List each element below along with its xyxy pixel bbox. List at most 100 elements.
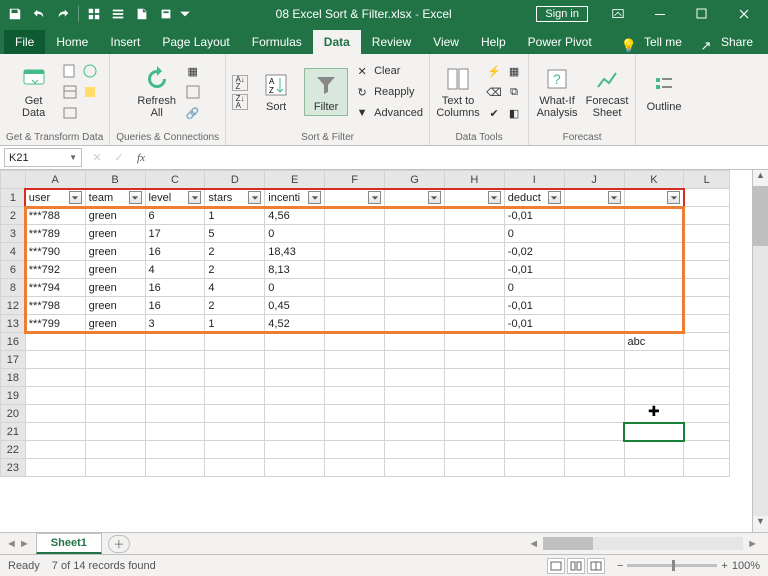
sign-in-button[interactable]: Sign in [536, 6, 588, 22]
sort-az-icon[interactable]: A↓Z [232, 75, 248, 91]
row-header[interactable]: 16 [1, 333, 26, 351]
cell[interactable] [385, 441, 445, 459]
recent-sources-icon[interactable] [82, 84, 98, 100]
cell[interactable] [564, 387, 624, 405]
cell[interactable]: -0,02 [504, 243, 564, 261]
cell[interactable]: ***790 [25, 243, 85, 261]
cell[interactable]: 2 [205, 243, 265, 261]
col-header[interactable]: L [684, 171, 730, 189]
what-if-button[interactable]: ? What-If Analysis [535, 65, 579, 119]
cell[interactable]: incenti [265, 189, 325, 207]
cell[interactable]: ***788 [25, 207, 85, 225]
cell[interactable] [325, 459, 385, 477]
col-header[interactable]: I [504, 171, 564, 189]
scroll-left-icon[interactable]: ◄ [524, 538, 543, 550]
cell[interactable] [684, 297, 730, 315]
cell[interactable] [444, 369, 504, 387]
cell[interactable] [624, 441, 684, 459]
cell[interactable] [325, 387, 385, 405]
cell[interactable] [265, 405, 325, 423]
cell[interactable] [385, 369, 445, 387]
cell[interactable] [385, 387, 445, 405]
tab-help[interactable]: Help [470, 30, 517, 54]
cell[interactable]: green [85, 261, 145, 279]
cell[interactable] [25, 405, 85, 423]
cell[interactable]: 18,43 [265, 243, 325, 261]
cell[interactable] [385, 243, 445, 261]
cell[interactable]: 4 [145, 261, 205, 279]
cell[interactable] [684, 387, 730, 405]
row-header[interactable]: 4 [1, 243, 26, 261]
prev-sheet-icon[interactable]: ◄ [6, 538, 17, 550]
cell[interactable] [684, 279, 730, 297]
qat-dropdown-icon[interactable] [179, 3, 191, 25]
cell[interactable] [385, 405, 445, 423]
tab-review[interactable]: Review [361, 30, 422, 54]
cell[interactable] [564, 297, 624, 315]
cell[interactable] [145, 351, 205, 369]
cell[interactable]: green [85, 297, 145, 315]
filter-dropdown-icon[interactable] [69, 191, 82, 204]
cell[interactable] [265, 369, 325, 387]
data-validation-icon[interactable]: ✔ [486, 105, 502, 121]
row-header[interactable]: 22 [1, 441, 26, 459]
cell[interactable]: 16 [145, 243, 205, 261]
filter-dropdown-icon[interactable] [608, 191, 621, 204]
cell[interactable] [444, 351, 504, 369]
tab-file[interactable]: File [4, 30, 45, 54]
cell[interactable] [85, 387, 145, 405]
cell[interactable] [385, 225, 445, 243]
cell[interactable]: ***792 [25, 261, 85, 279]
cell[interactable]: abc [624, 333, 684, 351]
ribbon-options-icon[interactable] [598, 0, 638, 28]
cell[interactable]: -0,01 [504, 297, 564, 315]
cell[interactable]: stars [205, 189, 265, 207]
maximize-button[interactable] [682, 0, 722, 28]
qat-icon[interactable] [107, 3, 129, 25]
filter-dropdown-icon[interactable] [129, 191, 142, 204]
filter-dropdown-icon[interactable] [428, 191, 441, 204]
cell[interactable] [444, 423, 504, 441]
cell[interactable] [25, 441, 85, 459]
cell[interactable]: 0 [504, 225, 564, 243]
cell[interactable] [385, 315, 445, 333]
zoom-slider[interactable] [627, 564, 717, 567]
cell[interactable] [85, 351, 145, 369]
cell[interactable] [624, 387, 684, 405]
save-icon[interactable] [4, 3, 26, 25]
cell[interactable] [444, 207, 504, 225]
cell[interactable]: green [85, 243, 145, 261]
cell[interactable]: 17 [145, 225, 205, 243]
cell[interactable] [25, 369, 85, 387]
cell[interactable] [265, 351, 325, 369]
tab-insert[interactable]: Insert [99, 30, 151, 54]
cell[interactable]: team [85, 189, 145, 207]
cell[interactable] [504, 441, 564, 459]
scroll-up-icon[interactable]: ▲ [753, 170, 768, 186]
cell[interactable] [684, 261, 730, 279]
col-header[interactable]: F [325, 171, 385, 189]
properties-icon[interactable] [185, 84, 201, 100]
cell[interactable] [624, 405, 684, 423]
row-header[interactable]: 3 [1, 225, 26, 243]
cell[interactable] [624, 279, 684, 297]
row-header[interactable]: 19 [1, 387, 26, 405]
cell[interactable] [265, 387, 325, 405]
filter-dropdown-icon[interactable] [368, 191, 381, 204]
scroll-down-icon[interactable]: ▼ [753, 516, 768, 532]
worksheet-grid[interactable]: A B C D E F G H I J K L 1userteamlevelst… [0, 170, 768, 532]
cell[interactable] [265, 459, 325, 477]
cell[interactable] [85, 423, 145, 441]
cell[interactable] [85, 333, 145, 351]
cell[interactable] [325, 261, 385, 279]
cell[interactable] [205, 405, 265, 423]
cell[interactable] [444, 297, 504, 315]
cell[interactable] [624, 261, 684, 279]
cell[interactable] [444, 225, 504, 243]
cell[interactable]: ***789 [25, 225, 85, 243]
row-header[interactable]: 1 [1, 189, 26, 207]
cell[interactable] [325, 243, 385, 261]
select-all-corner[interactable] [1, 171, 26, 189]
existing-conn-icon[interactable] [62, 105, 78, 121]
filter-dropdown-icon[interactable] [248, 191, 261, 204]
